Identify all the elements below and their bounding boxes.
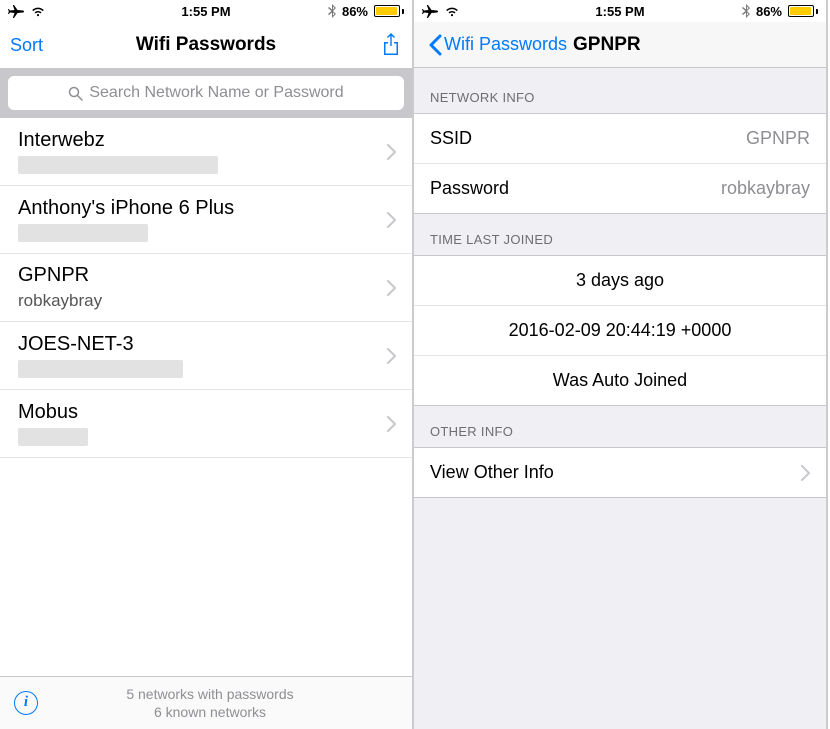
search-icon bbox=[68, 86, 83, 101]
chevron-right-icon bbox=[386, 144, 396, 160]
absolute-time-row: 2016-02-09 20:44:19 +0000 bbox=[414, 306, 826, 356]
redacted-password bbox=[18, 156, 218, 174]
network-ssid: Anthony's iPhone 6 Plus bbox=[18, 197, 386, 220]
network-ssid: Mobus bbox=[18, 401, 386, 424]
wifi-icon bbox=[444, 5, 460, 17]
chevron-right-icon bbox=[386, 212, 396, 228]
back-label: Wifi Passwords bbox=[444, 34, 567, 55]
section-network-info: NETWORK INFO bbox=[414, 68, 826, 113]
view-other-info-row[interactable]: View Other Info bbox=[414, 448, 826, 497]
battery-icon bbox=[788, 5, 818, 17]
password-label: Password bbox=[430, 178, 509, 199]
bluetooth-icon bbox=[328, 4, 336, 18]
network-ssid: Interwebz bbox=[18, 129, 386, 152]
battery-icon bbox=[374, 5, 404, 17]
network-row[interactable]: JOES-NET-3 bbox=[0, 322, 412, 390]
footer-line1: 5 networks with passwords bbox=[50, 685, 370, 703]
network-ssid: JOES-NET-3 bbox=[18, 333, 386, 356]
network-row[interactable]: Interwebz bbox=[0, 118, 412, 186]
sort-button[interactable]: Sort bbox=[10, 35, 43, 56]
network-row[interactable]: GPNPR robkaybray bbox=[0, 254, 412, 322]
share-button[interactable] bbox=[380, 32, 402, 58]
view-other-info-label: View Other Info bbox=[430, 462, 554, 483]
chevron-right-icon bbox=[386, 280, 396, 296]
page-title: Wifi Passwords bbox=[0, 34, 412, 56]
status-bar: 1:55 PM 86% bbox=[0, 0, 412, 22]
chevron-right-icon bbox=[386, 416, 396, 432]
auto-joined-row: Was Auto Joined bbox=[414, 356, 826, 405]
info-icon[interactable]: i bbox=[14, 691, 38, 715]
network-password: robkaybray bbox=[18, 291, 386, 311]
bluetooth-icon bbox=[742, 4, 750, 18]
auto-joined: Was Auto Joined bbox=[553, 370, 687, 391]
ssid-label: SSID bbox=[430, 128, 472, 149]
footer-line2: 6 known networks bbox=[50, 703, 370, 721]
password-row: Password robkaybray bbox=[414, 164, 826, 213]
redacted-password bbox=[18, 224, 148, 242]
search-input[interactable]: Search Network Name or Password bbox=[8, 76, 404, 110]
airplane-icon bbox=[422, 4, 438, 18]
redacted-password bbox=[18, 428, 88, 446]
nav-bar: Sort Wifi Passwords bbox=[0, 22, 412, 68]
battery-pct: 86% bbox=[756, 4, 782, 19]
section-time-joined: TIME LAST JOINED bbox=[414, 214, 826, 255]
relative-time: 3 days ago bbox=[576, 270, 664, 291]
footer-bar: i 5 networks with passwords 6 known netw… bbox=[0, 676, 412, 729]
chevron-right-icon bbox=[386, 348, 396, 364]
section-other-info: OTHER INFO bbox=[414, 406, 826, 447]
detail-content: NETWORK INFO SSID GPNPR Password robkayb… bbox=[414, 68, 826, 729]
password-value: robkaybray bbox=[721, 178, 810, 199]
list-screen: 1:55 PM 86% Sort Wifi Passwords Search N… bbox=[0, 0, 414, 729]
battery-pct: 86% bbox=[342, 4, 368, 19]
relative-time-row: 3 days ago bbox=[414, 256, 826, 306]
absolute-time: 2016-02-09 20:44:19 +0000 bbox=[509, 320, 732, 341]
back-button[interactable]: Wifi Passwords bbox=[428, 34, 567, 56]
status-bar: 1:55 PM 86% bbox=[414, 0, 826, 22]
wifi-icon bbox=[30, 5, 46, 17]
nav-bar: Wifi Passwords GPNPR bbox=[414, 22, 826, 68]
search-bar-wrap: Search Network Name or Password bbox=[0, 68, 412, 118]
page-title: GPNPR bbox=[573, 34, 641, 56]
network-row[interactable]: Mobus bbox=[0, 390, 412, 458]
search-placeholder: Search Network Name or Password bbox=[89, 84, 343, 102]
network-list: Interwebz Anthony's iPhone 6 Plus GPNPR rob… bbox=[0, 118, 412, 676]
detail-screen: 1:55 PM 86% Wifi Passwords GPNPR NETWORK… bbox=[414, 0, 828, 729]
network-ssid: GPNPR bbox=[18, 264, 386, 287]
ssid-value: GPNPR bbox=[746, 128, 810, 149]
ssid-row: SSID GPNPR bbox=[414, 114, 826, 164]
chevron-right-icon bbox=[800, 465, 810, 481]
airplane-icon bbox=[8, 4, 24, 18]
redacted-password bbox=[18, 360, 183, 378]
network-row[interactable]: Anthony's iPhone 6 Plus bbox=[0, 186, 412, 254]
